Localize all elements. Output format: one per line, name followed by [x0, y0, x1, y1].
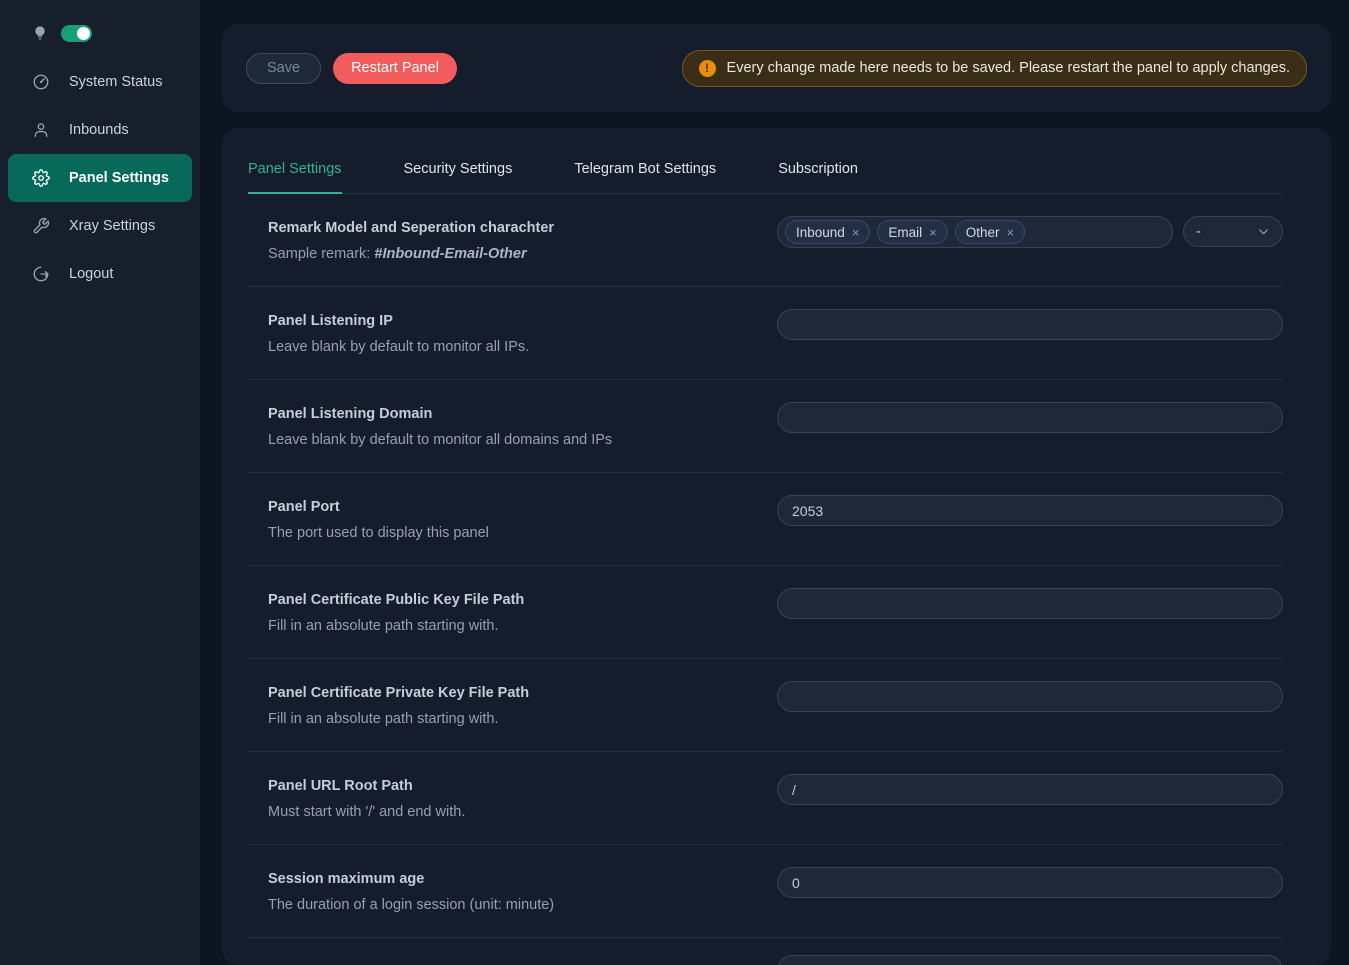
tag-email: Email ×: [877, 220, 947, 244]
warning-icon: !: [699, 60, 716, 77]
tab-security-settings[interactable]: Security Settings: [404, 161, 513, 194]
sidebar-nav: System Status Inbounds Panel Settings Xray …: [0, 58, 200, 298]
remove-tag-icon[interactable]: ×: [1007, 226, 1015, 239]
settings-card: Panel Settings Security Settings Telegram …: [222, 128, 1331, 965]
form-row-panel-certificate-private-key-file-path: Panel Certificate Private Key File Path F…: [248, 659, 1283, 752]
dark-mode-toggle[interactable]: [61, 25, 92, 42]
tag-label: Inbound: [796, 225, 845, 240]
panel-listening-ip-input[interactable]: [777, 309, 1283, 340]
form-row-panel-url-root-path: Panel URL Root Path Must start with '/' a…: [248, 752, 1283, 845]
settings-form: Remark Model and Seperation charachter Sa…: [248, 194, 1283, 938]
row-label: Panel Port: [268, 499, 777, 515]
sidebar-item-label: Inbounds: [69, 122, 129, 138]
form-row-panel-port: Panel Port The port used to display this …: [248, 473, 1283, 566]
restart-panel-button[interactable]: Restart Panel: [333, 53, 457, 84]
row-description: Fill in an absolute path starting with.: [268, 618, 777, 634]
user-icon: [32, 121, 50, 139]
tab-bar: Panel Settings Security Settings Telegram …: [248, 128, 1283, 194]
sidebar-item-inbounds[interactable]: Inbounds: [8, 106, 192, 154]
dashboard-icon: [32, 73, 50, 91]
alert-text: Every change made here needs to be saved…: [727, 60, 1290, 76]
tag-other: Other ×: [955, 220, 1025, 244]
form-row-remark-model-and-seperation-charachter: Remark Model and Seperation charachter Sa…: [248, 194, 1283, 287]
sidebar-item-label: Logout: [69, 266, 113, 282]
row-description: Sample remark: #Inbound-Email-Other: [268, 246, 777, 262]
toggle-knob: [77, 27, 90, 40]
row-description: Fill in an absolute path starting with.: [268, 711, 777, 727]
row-label: Session maximum age: [268, 871, 777, 887]
main-content: Save Restart Panel ! Every change made h…: [200, 0, 1349, 965]
tag-inbound: Inbound ×: [785, 220, 870, 244]
sidebar-item-label: Panel Settings: [69, 170, 169, 186]
wrench-icon: [32, 217, 50, 235]
sidebar: System Status Inbounds Panel Settings Xray …: [0, 0, 200, 965]
lightbulb-icon: [32, 22, 48, 44]
row-label: Remark Model and Seperation charachter: [268, 220, 777, 236]
panel-url-root-path-input[interactable]: [777, 774, 1283, 805]
chevron-down-icon: [1257, 225, 1270, 238]
tab-subscription[interactable]: Subscription: [778, 161, 858, 194]
row-description: Must start with '/' and end with.: [268, 804, 777, 820]
tab-panel-settings[interactable]: Panel Settings: [248, 161, 342, 194]
row-description: Leave blank by default to monitor all IP…: [268, 339, 777, 355]
row-label: Panel Certificate Private Key File Path: [268, 685, 777, 701]
panel-listening-domain-input[interactable]: [777, 402, 1283, 433]
sidebar-item-xray-settings[interactable]: Xray Settings: [8, 202, 192, 250]
save-button[interactable]: Save: [246, 53, 321, 84]
row-label: Panel Listening IP: [268, 313, 777, 329]
remove-tag-icon[interactable]: ×: [929, 226, 937, 239]
tab-telegram-bot-settings[interactable]: Telegram Bot Settings: [574, 161, 716, 194]
row-label: Panel Certificate Public Key File Path: [268, 592, 777, 608]
form-row-panel-listening-domain: Panel Listening Domain Leave blank by def…: [248, 380, 1283, 473]
sample-remark: #Inbound-Email-Other: [374, 246, 526, 262]
form-row-panel-listening-ip: Panel Listening IP Leave blank by default…: [248, 287, 1283, 380]
logout-icon: [32, 265, 50, 283]
theme-switch-area: [0, 0, 200, 50]
panel-port-input[interactable]: [777, 495, 1283, 526]
tag-label: Email: [888, 225, 922, 240]
toolbar-card: Save Restart Panel ! Every change made h…: [222, 24, 1331, 112]
sidebar-item-label: Xray Settings: [69, 218, 155, 234]
row-label: Panel URL Root Path: [268, 778, 777, 794]
session-maximum-age-input[interactable]: [777, 867, 1283, 898]
form-row-panel-certificate-public-key-file-path: Panel Certificate Public Key File Path Fi…: [248, 566, 1283, 659]
form-row-partial: [248, 938, 1283, 965]
gear-icon: [32, 169, 50, 187]
panel-certificate-public-key-file-path-input[interactable]: [777, 588, 1283, 619]
sidebar-item-panel-settings[interactable]: Panel Settings: [8, 154, 192, 202]
sidebar-item-logout[interactable]: Logout: [8, 250, 192, 298]
tag-label: Other: [966, 225, 1000, 240]
remove-tag-icon[interactable]: ×: [852, 226, 860, 239]
sidebar-item-label: System Status: [69, 74, 162, 90]
text-input[interactable]: [777, 955, 1283, 965]
row-label: Panel Listening Domain: [268, 406, 777, 422]
form-row-session-maximum-age: Session maximum age The duration of a log…: [248, 845, 1283, 938]
remark-tags-input[interactable]: Inbound × Email × Other ×: [777, 216, 1173, 248]
row-description: The duration of a login session (unit: m…: [268, 897, 777, 913]
separator-select[interactable]: -: [1183, 216, 1283, 247]
row-description: Leave blank by default to monitor all do…: [268, 432, 777, 448]
restart-warning-alert: ! Every change made here needs to be sav…: [682, 50, 1307, 87]
sidebar-item-system-status[interactable]: System Status: [8, 58, 192, 106]
panel-certificate-private-key-file-path-input[interactable]: [777, 681, 1283, 712]
row-description: The port used to display this panel: [268, 525, 777, 541]
select-value: -: [1196, 224, 1201, 240]
